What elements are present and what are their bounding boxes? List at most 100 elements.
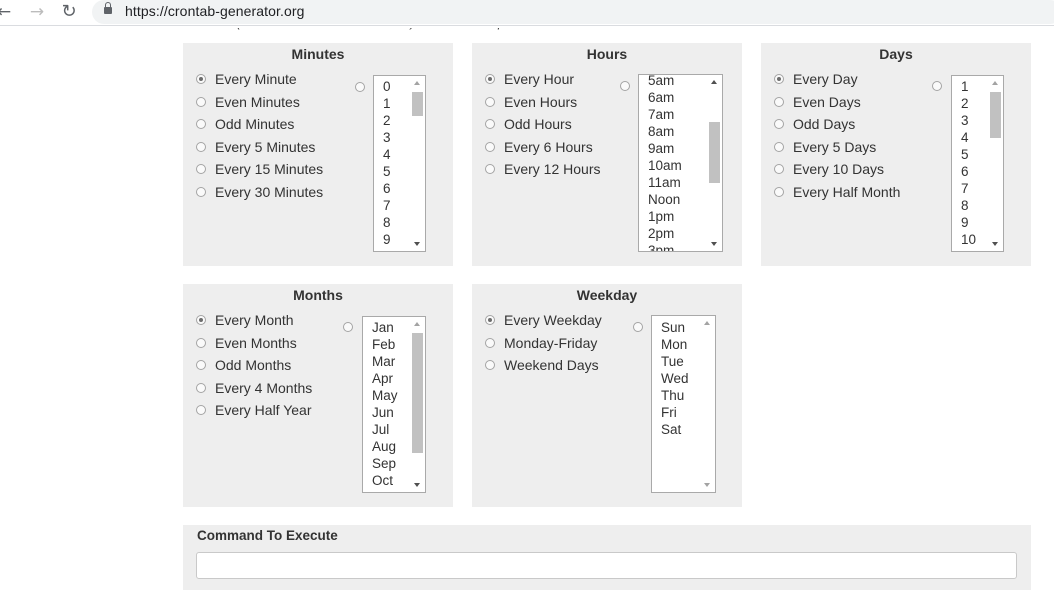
radio-button[interactable] bbox=[485, 315, 495, 325]
hours-scrollbar[interactable] bbox=[707, 75, 722, 251]
minutes-specific-radio[interactable] bbox=[355, 82, 365, 92]
days-scrollbar[interactable] bbox=[988, 76, 1003, 251]
scroll-down-icon[interactable] bbox=[414, 483, 420, 487]
radio-button[interactable] bbox=[196, 141, 206, 152]
radio-button[interactable] bbox=[196, 164, 206, 175]
months-option-odd-months[interactable]: Odd Months bbox=[196, 356, 291, 374]
radio-button[interactable] bbox=[196, 405, 206, 416]
hours-list-option[interactable]: 10am bbox=[648, 157, 696, 174]
radio-button[interactable] bbox=[774, 96, 784, 107]
days-specific-radio[interactable] bbox=[932, 81, 942, 91]
radio-button[interactable] bbox=[485, 74, 495, 84]
minutes-option-every-5-minutes[interactable]: Every 5 Minutes bbox=[196, 138, 315, 156]
months-option-every-half-year[interactable]: Every Half Year bbox=[196, 401, 312, 419]
minutes-option-even-minutes[interactable]: Even Minutes bbox=[196, 93, 300, 111]
months-scrollbar[interactable] bbox=[410, 317, 425, 492]
command-input[interactable] bbox=[196, 552, 1017, 579]
hours-specific-radio[interactable] bbox=[620, 81, 630, 91]
radio-button[interactable] bbox=[485, 141, 495, 152]
lock-icon[interactable] bbox=[104, 2, 112, 14]
scroll-down-icon[interactable] bbox=[414, 242, 420, 246]
hours-list-option[interactable]: 9am bbox=[648, 140, 696, 157]
radio-button[interactable] bbox=[196, 74, 206, 84]
radio-button[interactable] bbox=[485, 337, 495, 348]
hours-list-option[interactable]: 3pm bbox=[648, 242, 696, 251]
radio-button[interactable] bbox=[196, 360, 206, 371]
hours-list-option[interactable]: 11am bbox=[648, 174, 696, 191]
radio-button[interactable] bbox=[485, 164, 495, 175]
weekday-option-monday-friday[interactable]: Monday-Friday bbox=[485, 334, 597, 352]
radio-button[interactable] bbox=[774, 187, 784, 197]
hours-list-option[interactable]: Noon bbox=[648, 191, 696, 208]
radio-button[interactable] bbox=[485, 96, 495, 107]
radio-button[interactable] bbox=[774, 74, 784, 84]
days-option-odd-days[interactable]: Odd Days bbox=[774, 115, 855, 133]
scroll-thumb[interactable] bbox=[709, 122, 720, 183]
scroll-up-icon[interactable] bbox=[704, 321, 710, 325]
hours-list-option[interactable]: 7am bbox=[648, 106, 696, 123]
hours-list-option[interactable]: 6am bbox=[648, 89, 696, 106]
radio-button[interactable] bbox=[485, 360, 495, 371]
address-bar[interactable]: https://crontab-generator.org bbox=[92, 0, 1054, 24]
days-option-even-days[interactable]: Even Days bbox=[774, 93, 861, 111]
weekday-listbox[interactable]: Sun Mon Tue Wed Thu Fri Sat bbox=[651, 315, 716, 493]
scroll-up-icon[interactable] bbox=[414, 81, 420, 85]
hours-option-every-6-hours[interactable]: Every 6 Hours bbox=[485, 138, 593, 156]
hours-option-even-hours[interactable]: Even Hours bbox=[485, 93, 577, 111]
months-specific-radio[interactable] bbox=[343, 322, 353, 332]
scroll-up-icon[interactable] bbox=[711, 80, 717, 84]
hours-listbox[interactable]: 5am 6am 7am 8am 9am 10am 11am Noon 1pm 2pm 3pm bbox=[638, 74, 723, 252]
radio-button[interactable] bbox=[774, 164, 784, 175]
weekday-option-every-weekday[interactable]: Every Weekday bbox=[485, 311, 602, 329]
scroll-down-icon[interactable] bbox=[711, 242, 717, 246]
radio-button[interactable] bbox=[774, 119, 784, 130]
url-text[interactable]: https://crontab-generator.org bbox=[125, 3, 305, 19]
scroll-up-icon[interactable] bbox=[414, 322, 420, 326]
hours-list-option[interactable]: 1pm bbox=[648, 208, 696, 225]
weekday-specific-radio[interactable] bbox=[633, 322, 643, 332]
hours-option-every-hour[interactable]: Every Hour bbox=[485, 70, 574, 88]
option-label: Every Month bbox=[215, 312, 294, 328]
reload-icon[interactable]: ↻ bbox=[59, 2, 79, 22]
hours-list-option[interactable]: 5am bbox=[648, 75, 696, 89]
minutes-scrollbar[interactable] bbox=[410, 76, 425, 251]
weekday-scrollbar[interactable] bbox=[700, 316, 715, 492]
scroll-thumb[interactable] bbox=[412, 92, 423, 116]
radio-button[interactable] bbox=[774, 141, 784, 152]
scroll-down-icon[interactable] bbox=[704, 483, 710, 487]
scroll-up-icon[interactable] bbox=[992, 81, 998, 85]
minutes-option-every-minute[interactable]: Every Minute bbox=[196, 70, 297, 88]
radio-button[interactable] bbox=[196, 315, 206, 325]
months-option-even-months[interactable]: Even Months bbox=[196, 334, 297, 352]
days-listbox[interactable]: 1234567891011 bbox=[951, 75, 1004, 252]
radio-button[interactable] bbox=[196, 96, 206, 107]
days-option-every-half-month[interactable]: Every Half Month bbox=[774, 183, 900, 201]
minutes-option-every-15-minutes[interactable]: Every 15 Minutes bbox=[196, 160, 323, 178]
radio-button[interactable] bbox=[196, 119, 206, 130]
scroll-thumb[interactable] bbox=[990, 92, 1001, 138]
hours-option-every-12-hours[interactable]: Every 12 Hours bbox=[485, 160, 600, 178]
days-panel: Days Every Day Even Days Odd Days Every 5 D… bbox=[761, 43, 1031, 266]
radio-button[interactable] bbox=[485, 119, 495, 130]
arrow-right-icon[interactable]: → bbox=[27, 2, 47, 22]
days-option-every-10-days[interactable]: Every 10 Days bbox=[774, 160, 884, 178]
option-label: Every 4 Months bbox=[215, 379, 313, 396]
minutes-option-odd-minutes[interactable]: Odd Minutes bbox=[196, 115, 294, 133]
months-option-every-4-months[interactable]: Every 4 Months bbox=[196, 379, 312, 397]
minutes-listbox[interactable]: 012345678910 bbox=[373, 75, 426, 252]
months-option-every-month[interactable]: Every Month bbox=[196, 311, 294, 329]
scroll-down-icon[interactable] bbox=[992, 242, 998, 246]
radio-button[interactable] bbox=[196, 337, 206, 348]
hours-option-odd-hours[interactable]: Odd Hours bbox=[485, 115, 572, 133]
days-option-every-5-days[interactable]: Every 5 Days bbox=[774, 138, 876, 156]
radio-button[interactable] bbox=[196, 382, 206, 393]
months-listbox[interactable]: JanFebMarAprMayJunJulAugSepOctNov bbox=[362, 316, 426, 493]
weekday-option-weekend-days[interactable]: Weekend Days bbox=[485, 356, 599, 374]
radio-button[interactable] bbox=[196, 187, 206, 197]
minutes-option-every-30-minutes[interactable]: Every 30 Minutes bbox=[196, 183, 323, 201]
hours-list-option[interactable]: 2pm bbox=[648, 225, 696, 242]
days-option-every-day[interactable]: Every Day bbox=[774, 70, 858, 88]
scroll-thumb[interactable] bbox=[412, 333, 423, 453]
arrow-left-icon[interactable]: ← bbox=[0, 2, 14, 22]
hours-list-option[interactable]: 8am bbox=[648, 123, 696, 140]
